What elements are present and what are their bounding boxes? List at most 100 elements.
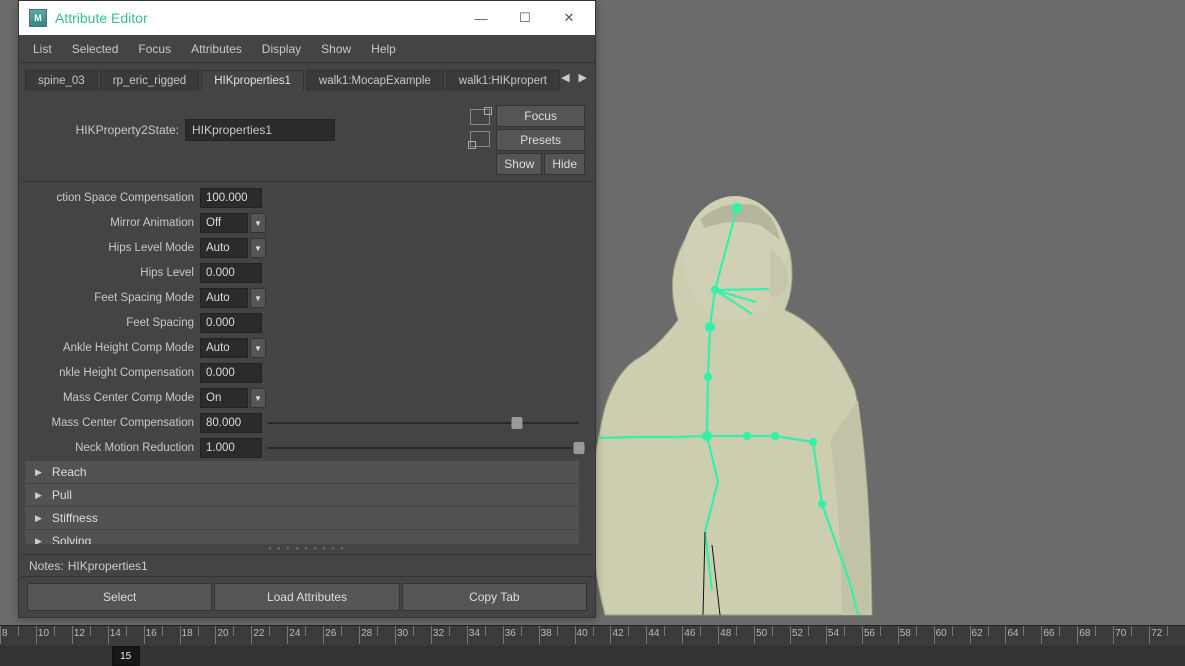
tick-label: 54 <box>828 628 839 639</box>
titlebar[interactable]: M Attribute Editor — ☐ ✕ <box>19 1 595 35</box>
attribute-scroll-area[interactable]: ction Space CompensationMirror Animation… <box>21 182 593 544</box>
tick-label: 56 <box>864 628 875 639</box>
mass-center-comp-mode-dropdown[interactable]: On <box>200 388 248 408</box>
neck-motion-reduction-slider[interactable] <box>268 438 579 458</box>
tick-label: 62 <box>972 628 983 639</box>
outgoing-conn-icon[interactable] <box>470 109 490 125</box>
tab-walk1-mocapexample[interactable]: walk1:MocapExample <box>306 70 444 91</box>
tick-label: 60 <box>936 628 947 639</box>
feet-spacing-mode-dropdown[interactable]: Auto <box>200 288 248 308</box>
notes-row[interactable]: Notes: HIKproperties1 <box>21 554 593 576</box>
menu-attributes[interactable]: Attributes <box>181 38 252 60</box>
field-feet-spacing: Feet Spacing <box>25 311 579 335</box>
field-ankle-height-comp: nkle Height Compensation <box>25 361 579 385</box>
section-solving[interactable]: ▶ Solving <box>25 530 579 544</box>
timeline-ruler[interactable]: 8101214161820222426283032343638404244464… <box>0 626 1185 646</box>
section-pull[interactable]: ▶Pull <box>25 484 579 506</box>
tick-label: 8 <box>2 628 8 639</box>
field-label: Mirror Animation <box>25 217 200 229</box>
chevron-down-icon[interactable]: ▼ <box>250 388 266 408</box>
notes-node: HIKproperties1 <box>68 559 148 573</box>
hips-level-mode-dropdown[interactable]: Auto <box>200 238 248 258</box>
field-neck-motion-reduction: Neck Motion Reduction <box>25 436 579 460</box>
feet-spacing-input[interactable] <box>200 313 262 333</box>
field-mass-center-comp: Mass Center Compensation <box>25 411 579 435</box>
tick-label: 64 <box>1007 628 1018 639</box>
menu-help[interactable]: Help <box>361 38 406 60</box>
section-label: Reach <box>52 465 87 479</box>
action-space-comp-input[interactable] <box>200 188 262 208</box>
attribute-editor-window: M Attribute Editor — ☐ ✕ ListSelectedFoc… <box>18 0 596 618</box>
copy-tab-button[interactable]: Copy Tab <box>402 583 587 611</box>
current-frame-marker[interactable]: 15 <box>112 646 140 666</box>
show-button[interactable]: Show <box>496 153 542 175</box>
menu-selected[interactable]: Selected <box>62 38 129 60</box>
tick-label: 52 <box>792 628 803 639</box>
hide-button[interactable]: Hide <box>544 153 585 175</box>
close-button[interactable]: ✕ <box>547 3 591 33</box>
select-button[interactable]: Select <box>27 583 212 611</box>
notes-label: Notes: <box>29 559 64 573</box>
neck-motion-reduction-input[interactable] <box>200 438 262 458</box>
tick-label: 22 <box>253 628 264 639</box>
tick-label: 50 <box>756 628 767 639</box>
node-name-input[interactable] <box>185 119 335 141</box>
ankle-height-comp-input[interactable] <box>200 363 262 383</box>
resize-grip[interactable]: • • • • • • • • • <box>21 544 593 554</box>
focus-button[interactable]: Focus <box>496 105 585 127</box>
ankle-height-comp-mode-dropdown[interactable]: Auto <box>200 338 248 358</box>
tick-label: 10 <box>38 628 49 639</box>
tab-spine-03[interactable]: spine_03 <box>25 70 98 91</box>
field-label: Feet Spacing Mode <box>25 292 200 304</box>
tab-walk1-hikpropert[interactable]: walk1:HIKpropert <box>446 70 560 91</box>
tick-label: 24 <box>289 628 300 639</box>
tab-hikproperties1[interactable]: HIKproperties1 <box>201 70 304 91</box>
disclosure-triangle-icon: ▶ <box>35 467 42 478</box>
tick-label: 46 <box>684 628 695 639</box>
mass-center-comp-input[interactable] <box>200 413 262 433</box>
field-label: Feet Spacing <box>25 317 200 329</box>
tick-label: 32 <box>433 628 444 639</box>
menu-show[interactable]: Show <box>311 38 361 60</box>
disclosure-triangle-icon: ▶ <box>35 490 42 501</box>
section-stiffness[interactable]: ▶Stiffness <box>25 507 579 529</box>
menu-focus[interactable]: Focus <box>128 38 181 60</box>
hips-level-input[interactable] <box>200 263 262 283</box>
section-label: Stiffness <box>52 511 98 525</box>
field-action-space-comp: ction Space Compensation <box>25 186 579 210</box>
disclosure-triangle-icon: ▶ <box>35 536 42 545</box>
chevron-down-icon[interactable]: ▼ <box>250 288 266 308</box>
mirror-animation-dropdown[interactable]: Off <box>200 213 248 233</box>
tick-label: 18 <box>182 628 193 639</box>
chevron-down-icon[interactable]: ▼ <box>250 338 266 358</box>
tick-label: 44 <box>648 628 659 639</box>
tab-scroll-left-icon[interactable]: ◀ <box>557 71 573 84</box>
menubar: ListSelectedFocusAttributesDisplayShowHe… <box>19 35 595 63</box>
field-label: Ankle Height Comp Mode <box>25 342 200 354</box>
chevron-down-icon[interactable]: ▼ <box>250 213 266 233</box>
timeline-scrub[interactable]: 15 <box>0 646 1185 666</box>
maximize-button[interactable]: ☐ <box>503 3 547 33</box>
section-reach[interactable]: ▶ Reach <box>25 461 579 483</box>
timeline[interactable]: 8101214161820222426283032343638404244464… <box>0 625 1185 665</box>
field-label: Hips Level <box>25 267 200 279</box>
section-label: Solving <box>52 534 91 544</box>
tick-label: 36 <box>505 628 516 639</box>
tab-rp-eric-rigged[interactable]: rp_eric_rigged <box>100 70 200 91</box>
field-label: Mass Center Compensation <box>25 417 200 429</box>
chevron-down-icon[interactable]: ▼ <box>250 238 266 258</box>
presets-button[interactable]: Presets <box>496 129 585 151</box>
field-label: nkle Height Compensation <box>25 367 200 379</box>
mass-center-comp-slider[interactable] <box>268 413 579 433</box>
tab-scroll-right-icon[interactable]: ▶ <box>575 71 591 84</box>
menu-list[interactable]: List <box>23 38 62 60</box>
tick-label: 68 <box>1079 628 1090 639</box>
minimize-button[interactable]: — <box>459 3 503 33</box>
load-attributes-button[interactable]: Load Attributes <box>214 583 399 611</box>
tick-label: 20 <box>217 628 228 639</box>
field-mirror-animation: Mirror AnimationOff▼ <box>25 211 579 235</box>
field-feet-spacing-mode: Feet Spacing ModeAuto▼ <box>25 286 579 310</box>
menu-display[interactable]: Display <box>252 38 311 60</box>
tick-label: 48 <box>720 628 731 639</box>
incoming-conn-icon[interactable] <box>470 131 490 147</box>
